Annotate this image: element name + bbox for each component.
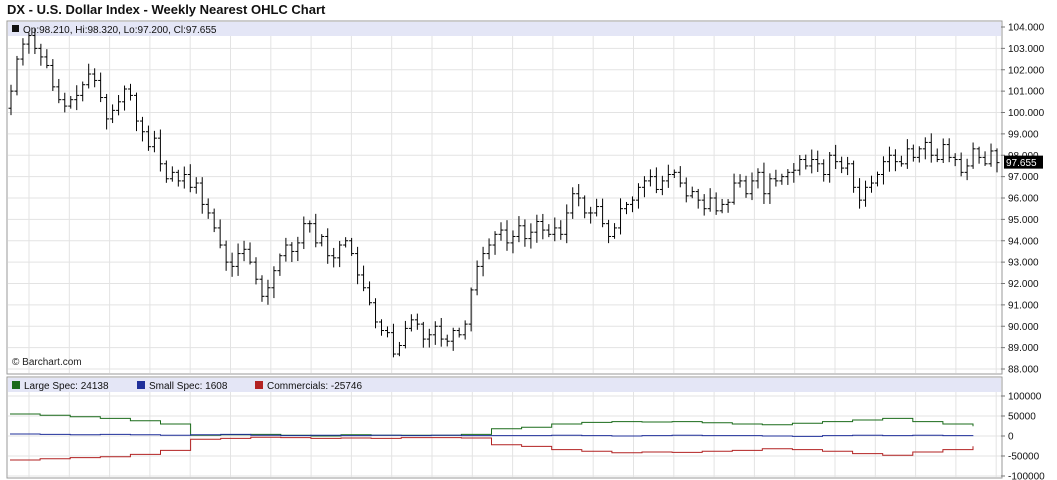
price-tick-label: 91.000 <box>1008 300 1039 311</box>
cot-tick-label: 50000 <box>1008 412 1036 423</box>
ohlc-info-marker <box>12 25 19 32</box>
cot-tick-label: -50000 <box>1008 452 1040 463</box>
cot-legend-label: Large Spec: 24138 <box>24 381 109 392</box>
price-tick-label: 90.000 <box>1008 322 1039 333</box>
price-tick-label: 93.000 <box>1008 258 1039 269</box>
price-tick-label: 99.000 <box>1008 129 1039 140</box>
cot-panel <box>6 376 1003 479</box>
price-tick-label: 103.000 <box>1008 44 1045 55</box>
watermark: © Barchart.com <box>12 357 82 368</box>
cot-legend-swatch <box>12 381 20 389</box>
cot-legend: Large Spec: 24138 Small Spec: 1608 Commerc… <box>12 381 362 392</box>
price-tick-label: 97.000 <box>1008 172 1039 183</box>
cot-tick-label: -100000 <box>1008 472 1045 480</box>
price-tick-label: 101.000 <box>1008 87 1045 98</box>
ohlc-chart: DX - U.S. Dollar Index - Weekly Nearest … <box>6 2 1045 480</box>
price-tick-label: 95.000 <box>1008 215 1039 226</box>
cot-y-axis: 100000 50000 0 -50000 -100000 <box>1001 392 1045 480</box>
price-tick-label: 104.000 <box>1008 23 1045 34</box>
price-y-axis: 104.000 103.000 102.000 101.000 100.000 99.00… <box>1001 23 1045 376</box>
cot-tick-label: 0 <box>1008 432 1014 443</box>
cot-legend-label: Small Spec: 1608 <box>149 381 228 392</box>
ohlc-info: Op:98.210, Hi:98.320, Lo:97.200, Cl:97.6… <box>23 25 217 36</box>
price-tick-label: 96.000 <box>1008 194 1039 205</box>
cot-legend-label: Commercials: -25746 <box>267 381 362 392</box>
cot-legend-swatch <box>255 381 263 389</box>
chart-title: DX - U.S. Dollar Index - Weekly Nearest … <box>7 2 326 17</box>
cot-tick-label: 100000 <box>1008 392 1042 403</box>
price-tick-label: 92.000 <box>1008 279 1039 290</box>
last-price-label: 97.655 <box>1006 158 1037 169</box>
price-tick-label: 102.000 <box>1008 65 1045 76</box>
price-tick-label: 89.000 <box>1008 343 1039 354</box>
price-tick-label: 100.000 <box>1008 108 1045 119</box>
price-tick-label: 88.000 <box>1008 365 1039 376</box>
cot-legend-swatch <box>137 381 145 389</box>
price-tick-label: 94.000 <box>1008 236 1039 247</box>
